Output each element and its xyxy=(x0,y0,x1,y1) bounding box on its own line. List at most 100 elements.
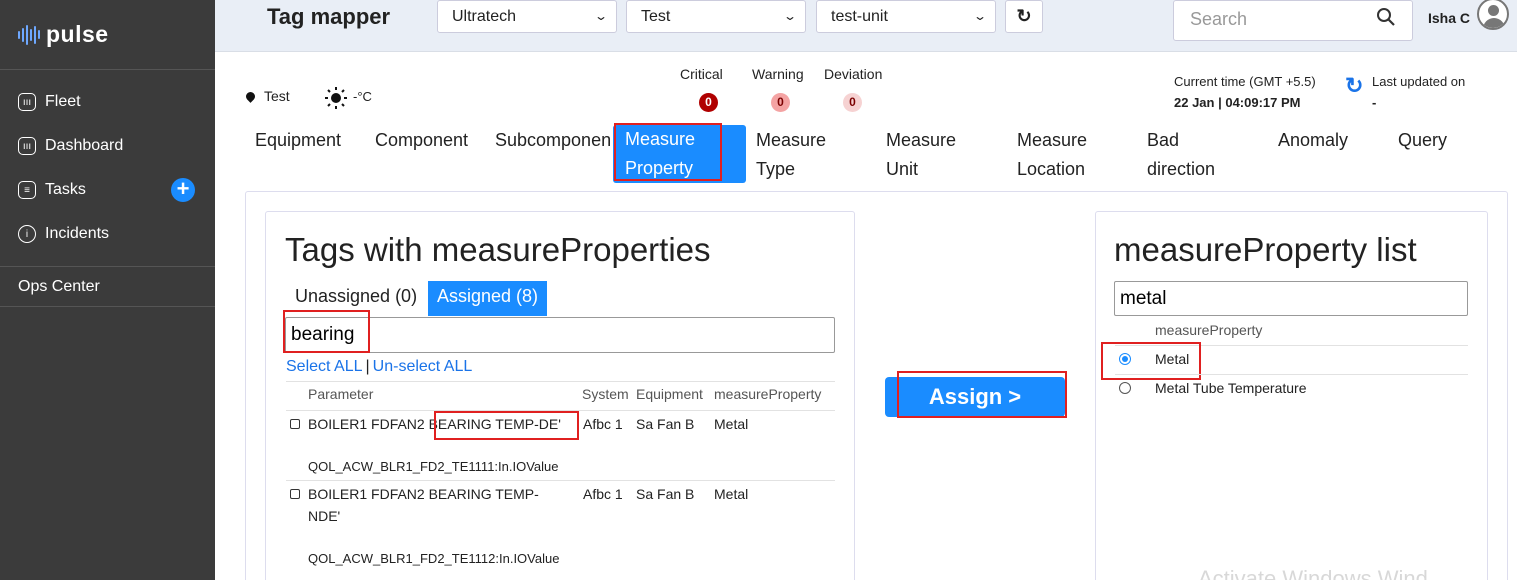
divider xyxy=(286,381,835,382)
deviation-badge[interactable]: 0 xyxy=(843,93,862,112)
measure-property-panel-title: measureProperty list xyxy=(1114,231,1417,268)
logo-text: pulse xyxy=(46,21,109,47)
chevron-down-icon: ⌄ xyxy=(972,9,988,23)
table-row-tag: QOL_ACW_BLR1_FD2_TE1111:In.IOValue xyxy=(308,459,559,474)
refresh-icon[interactable]: ↻ xyxy=(1345,73,1363,99)
tab-label: Unit xyxy=(886,159,919,179)
tasks-icon: ≡ xyxy=(18,181,36,199)
tab-measure-property[interactable]: Measure Property xyxy=(613,125,746,183)
tab-measure-unit[interactable]: Measure Unit xyxy=(886,126,956,184)
divider xyxy=(1115,374,1468,375)
tab-unassigned[interactable]: Unassigned (0) xyxy=(286,281,426,316)
tab-equipment[interactable]: Equipment xyxy=(255,126,341,155)
tab-assigned[interactable]: Assigned (8) xyxy=(428,281,548,316)
site-select-value: Test xyxy=(641,8,671,25)
location-label: Test xyxy=(264,88,290,104)
tab-label: Property xyxy=(625,158,694,178)
column-header-parameter: Parameter xyxy=(308,386,374,402)
warning-label: Warning xyxy=(752,66,804,82)
tag-filter-input[interactable] xyxy=(285,317,835,353)
sidebar-item-label: Dashboard xyxy=(45,137,124,154)
os-watermark: Activate Windows Wind xyxy=(1198,566,1428,580)
selection-links: Select ALL | Un-select ALL xyxy=(286,358,472,376)
tab-measure-location[interactable]: Measure Location xyxy=(1017,126,1087,184)
option-label[interactable]: Metal xyxy=(1155,351,1189,367)
location: Test xyxy=(244,88,290,104)
table-row-equipment: Sa Fan B xyxy=(636,486,695,502)
link-separator: | xyxy=(365,358,370,375)
search-placeholder: Search xyxy=(1190,9,1248,29)
parameter-text-line2: NDE' xyxy=(308,508,341,524)
critical-badge[interactable]: 0 xyxy=(699,93,718,112)
sidebar-item-dashboard[interactable]: ııı Dashboard xyxy=(0,124,215,168)
measure-property-filter-input[interactable] xyxy=(1114,281,1468,316)
parameter-text: BOILER1 FDFAN2 xyxy=(308,416,429,432)
page-title: Tag mapper xyxy=(267,4,391,29)
deviation-label: Deviation xyxy=(824,66,883,82)
radio-metal[interactable] xyxy=(1119,353,1131,365)
tab-component[interactable]: Component xyxy=(375,126,468,155)
location-pin-icon xyxy=(244,89,257,103)
unit-select[interactable]: test-unit ⌄ xyxy=(816,0,996,33)
divider xyxy=(1115,345,1468,346)
sidebar-item-label: Fleet xyxy=(45,93,81,110)
dashboard-icon: ııı xyxy=(18,137,36,155)
sidebar-item-label: Tasks xyxy=(45,181,86,198)
tab-label: Query xyxy=(1398,130,1448,150)
option-label[interactable]: Metal Tube Temperature xyxy=(1155,380,1307,396)
tab-subcomponent[interactable]: Subcomponen xyxy=(495,126,613,155)
sidebar-item-incidents[interactable]: i Incidents xyxy=(0,212,215,256)
avatar[interactable] xyxy=(1477,0,1509,30)
row-checkbox[interactable] xyxy=(290,419,300,429)
tab-label: Location xyxy=(1017,159,1086,179)
sidebar-item-tasks[interactable]: ≡ Tasks + xyxy=(0,168,215,212)
chevron-down-icon: ⌄ xyxy=(593,9,609,23)
fleet-icon: ııı xyxy=(18,93,36,111)
parameter-text-highlight: BEARING TEMP-DE' xyxy=(428,416,561,432)
tab-bad-direction[interactable]: Bad direction xyxy=(1147,126,1215,184)
tab-measure-type[interactable]: Measure Type xyxy=(756,126,826,184)
table-row-measure-property: Metal xyxy=(714,486,749,502)
tab-label: Bad xyxy=(1147,130,1180,150)
info-icon: i xyxy=(18,225,36,243)
measure-property-column-header: measureProperty xyxy=(1155,322,1263,338)
table-row-system: Afbc 1 xyxy=(583,416,623,432)
tab-label: Measure xyxy=(1017,130,1088,150)
row-checkbox[interactable] xyxy=(290,489,300,499)
chevron-down-icon: ⌄ xyxy=(782,9,798,23)
sidebar-item-ops-center[interactable]: Ops Center xyxy=(0,267,215,307)
table-row-parameter: BOILER1 FDFAN2 BEARING TEMP-DE' xyxy=(308,413,561,435)
tab-query[interactable]: Query xyxy=(1398,126,1447,155)
tab-label: Measure xyxy=(756,130,827,150)
refresh-icon: ↻ xyxy=(1016,6,1032,26)
tab-anomaly[interactable]: Anomaly xyxy=(1278,126,1348,155)
parameter-text: BOILER1 FDFAN2 BEARING TEMP- xyxy=(308,486,539,502)
table-row-measure-property: Metal xyxy=(714,416,749,432)
warning-badge[interactable]: 0 xyxy=(771,93,790,112)
user-name: Isha C xyxy=(1428,10,1471,26)
critical-label: Critical xyxy=(680,66,723,82)
last-updated-label: Last updated on xyxy=(1372,74,1466,89)
unselect-all-link[interactable]: Un-select ALL xyxy=(373,358,473,375)
temperature: -°C xyxy=(353,89,372,104)
logo[interactable]: pulse xyxy=(0,0,215,70)
tags-panel-title: Tags with measureProperties xyxy=(285,231,711,268)
refresh-button[interactable]: ↻ xyxy=(1005,0,1043,33)
assign-button[interactable]: Assign > xyxy=(885,377,1065,417)
sidebar-item-label: Incidents xyxy=(45,225,110,242)
table-row-tag: QOL_ACW_BLR1_FD2_TE1112:In.IOValue xyxy=(308,551,560,566)
table-row-system: Afbc 1 xyxy=(583,486,623,502)
search-input[interactable]: Search xyxy=(1173,0,1413,41)
site-select[interactable]: Test ⌄ xyxy=(626,0,806,33)
pulse-logo-icon xyxy=(18,24,40,45)
tab-label: Type xyxy=(756,159,796,179)
add-task-button[interactable]: + xyxy=(171,178,195,202)
radio-metal-tube-temperature[interactable] xyxy=(1119,382,1131,394)
tab-label: Subcomponen xyxy=(495,130,612,150)
org-select[interactable]: Ultratech ⌄ xyxy=(437,0,617,33)
sidebar-item-fleet[interactable]: ııı Fleet xyxy=(0,80,215,124)
column-header-system: System xyxy=(582,386,629,402)
tab-label: direction xyxy=(1147,159,1216,179)
select-all-link[interactable]: Select ALL xyxy=(286,358,363,375)
tab-label: Equipment xyxy=(255,130,342,150)
